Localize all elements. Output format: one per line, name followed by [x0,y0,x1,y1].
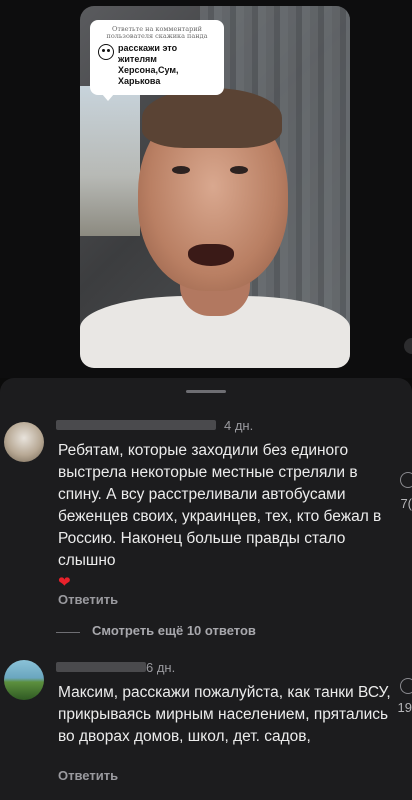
person-eye-right [230,166,248,174]
video-background-window [80,86,140,236]
like-count: 7( [400,496,412,511]
view-replies-divider [56,632,80,633]
reply-sticker[interactable]: Ответьте на комментарий пользователя ска… [90,20,224,101]
video-player[interactable]: Ответьте на комментарий пользователя ска… [80,6,350,368]
view-more-replies-label[interactable]: Смотреть ещё 10 ответов [92,623,256,638]
comment-time: 6 дн. [146,660,176,675]
avatar[interactable] [4,422,44,462]
heart-icon: ❤ [58,574,71,591]
reply-sticker-tail [102,94,114,101]
reply-sticker-text: расскажи это жителям Херсона,Сум, Харько… [118,43,179,86]
person-mouth [188,244,234,266]
avatar[interactable] [4,660,44,700]
comments-sheet: 4 дн. Ребятам, которые заходили без един… [0,378,412,800]
comment-text: Ребятам, которые заходили без единого вы… [58,440,396,594]
like-icon[interactable] [400,472,412,488]
panda-avatar-icon [98,44,114,60]
comment-text: Максим, расскажи пожалуйста, как танки В… [58,684,391,745]
person-eye-left [172,166,190,174]
sheet-drag-handle[interactable] [186,390,226,393]
reply-sticker-body: расскажи это жителям Херсона,Сум, Харько… [98,43,216,87]
reply-sticker-header: Ответьте на комментарий пользователя ска… [106,25,208,40]
like-icon[interactable] [400,678,412,694]
video-area: Ответьте на комментарий пользователя ска… [0,0,412,378]
reply-button[interactable]: Ответить [58,768,118,783]
comment-text-content: Ребятам, которые заходили без единого вы… [58,442,382,569]
view-more-replies[interactable]: Смотреть ещё 10 ответов [56,623,376,641]
comment-time: 4 дн. [224,418,254,433]
side-handle[interactable] [404,338,412,354]
person-hair [142,88,282,148]
reply-button[interactable]: Ответить [58,592,118,607]
username-redacted[interactable] [56,420,216,430]
like-count: 19 [397,700,412,715]
username-redacted[interactable] [56,662,146,672]
